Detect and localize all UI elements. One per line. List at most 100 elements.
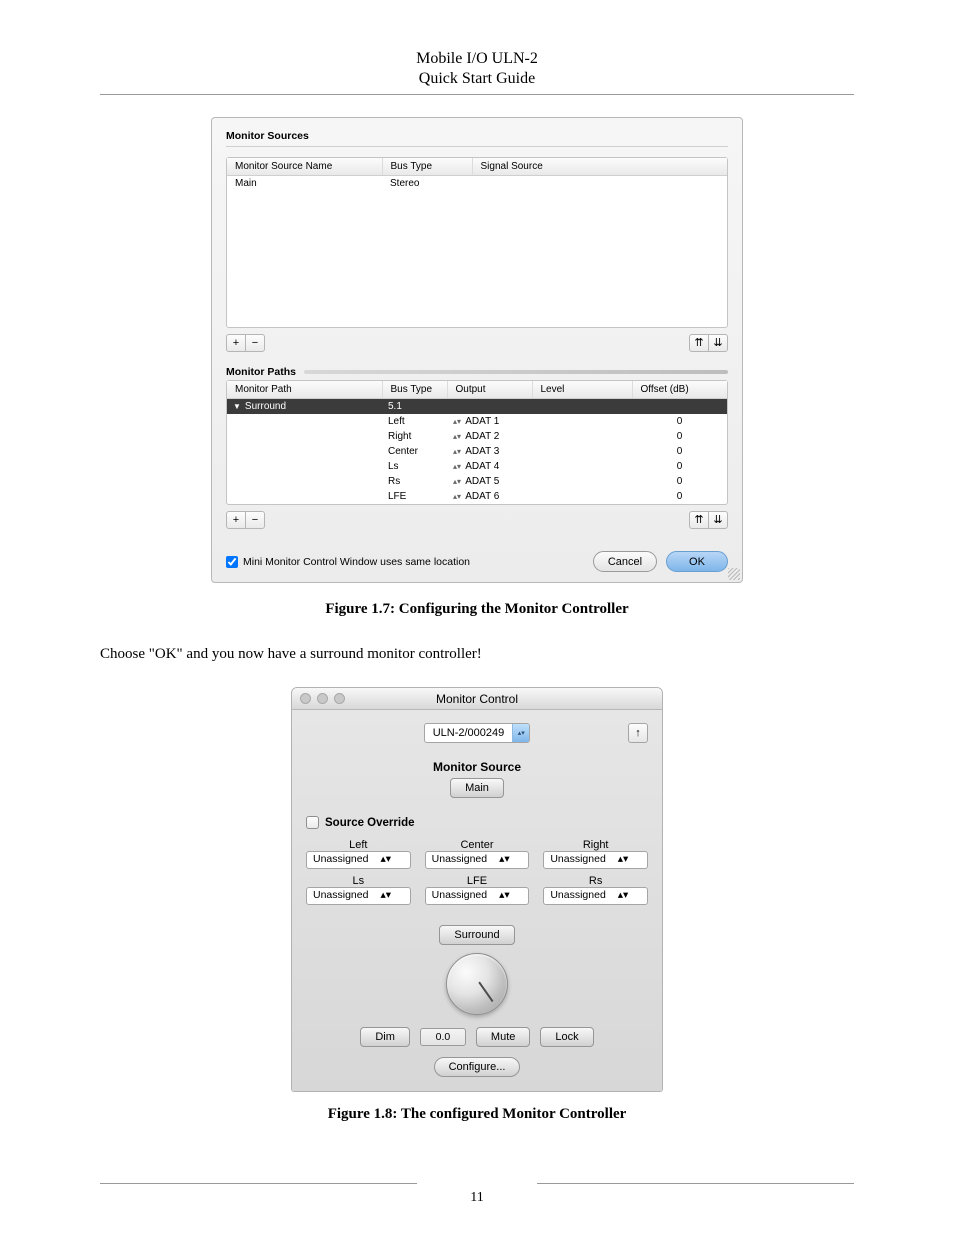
header-rule (100, 94, 854, 95)
cell-output: ▴▾ ADAT 3 (447, 444, 532, 459)
chevron-updown-icon: ▴▾ (512, 724, 529, 742)
resize-grip[interactable] (728, 568, 740, 580)
table-row[interactable]: LFE▴▾ ADAT 60 (227, 489, 727, 504)
cell-level (532, 489, 632, 504)
cell-bus: LFE (382, 489, 447, 504)
device-select[interactable]: ULN-2/000249 ▴▾ (424, 723, 531, 743)
cell-bus: Right (382, 429, 447, 444)
footer-rule (100, 1183, 854, 1184)
channel-select-value: Unassigned (307, 852, 374, 868)
cell-bus: Center (382, 444, 447, 459)
monitor-paths-label: Monitor Paths (226, 366, 296, 378)
path-move-bottom-button[interactable]: ⇊ (708, 511, 728, 529)
cell-level (532, 474, 632, 489)
stepper-icon: ▴▾ (453, 477, 461, 486)
figure-1-8-caption: Figure 1.8: The configured Monitor Contr… (100, 1106, 854, 1123)
source-override-checkbox[interactable] (306, 816, 319, 829)
col-offset[interactable]: Offset (dB) (632, 381, 727, 399)
col-source-name[interactable]: Monitor Source Name (227, 158, 382, 176)
table-row[interactable]: Left▴▾ ADAT 10 (227, 414, 727, 429)
lock-button[interactable]: Lock (540, 1027, 593, 1047)
remove-path-button[interactable]: − (245, 511, 265, 529)
col-level[interactable]: Level (532, 381, 632, 399)
channel-select[interactable]: Unassigned▴▾ (306, 851, 411, 869)
chevron-updown-icon: ▴▾ (374, 852, 409, 868)
source-override-label: Source Override (325, 817, 414, 829)
decorative-bar (304, 370, 728, 374)
table-row[interactable]: Center▴▾ ADAT 3 0 (227, 444, 727, 459)
cell-output: ▴▾ ADAT 2 (447, 429, 532, 444)
volume-knob[interactable] (446, 953, 508, 1015)
stepper-icon: ▴▾ (453, 462, 461, 471)
body-paragraph: Choose "OK" and you now have a surround … (100, 646, 854, 663)
cell-offset: 0 (632, 489, 727, 504)
cell-output: ▴▾ ADAT 5 (447, 474, 532, 489)
minimize-icon[interactable] (317, 693, 328, 704)
table-row[interactable]: Ls▴▾ ADAT 40 (227, 459, 727, 474)
cell-offset: 0 (632, 474, 727, 489)
table-row[interactable]: Rs▴▾ ADAT 50 (227, 474, 727, 489)
channel-select[interactable]: Unassigned▴▾ (425, 887, 530, 905)
cell-offset: 0 (632, 429, 727, 444)
monitor-config-dialog: Monitor Sources Monitor Source Name Bus … (211, 117, 743, 583)
chevron-updown-icon: ▴▾ (612, 888, 647, 904)
cell-offset: 0 (632, 444, 727, 459)
channel-select-value: Unassigned (426, 852, 493, 868)
col-output[interactable]: Output (447, 381, 532, 399)
table-row[interactable]: Main Stereo (227, 176, 727, 192)
channel-label: LFE (425, 875, 530, 887)
path-move-top-button[interactable]: ⇈ (689, 511, 709, 529)
doc-title-1: Mobile I/O ULN-2 (100, 50, 854, 68)
channel-select-value: Unassigned (544, 852, 611, 868)
col-monitor-path[interactable]: Monitor Path (227, 381, 382, 399)
zoom-icon[interactable] (334, 693, 345, 704)
device-select-value: ULN-2/000249 (425, 727, 513, 739)
path-row-selected[interactable]: Surround 5.1 (227, 399, 727, 414)
col-signal-source[interactable]: Signal Source (472, 158, 727, 176)
doc-title-2: Quick Start Guide (100, 70, 854, 88)
close-icon[interactable] (300, 693, 311, 704)
channel-select[interactable]: Unassigned▴▾ (425, 851, 530, 869)
monitor-control-window: Monitor Control ULN-2/000249 ▴▾ ↑ Monito… (291, 687, 663, 1092)
cell-offset: 0 (632, 459, 727, 474)
cell-level (532, 459, 632, 474)
monitor-source-title: Monitor Source (306, 760, 648, 774)
pin-button[interactable]: ↑ (628, 723, 648, 743)
col-bus-type[interactable]: Bus Type (382, 158, 472, 176)
stepper-icon: ▴▾ (453, 432, 461, 441)
window-titlebar[interactable]: Monitor Control (292, 688, 662, 710)
figure-1-7-caption: Figure 1.7: Configuring the Monitor Cont… (100, 601, 854, 618)
configure-button[interactable]: Configure... (434, 1057, 521, 1077)
stepper-icon: ▴▾ (453, 492, 461, 501)
cell-bus: Left (382, 414, 447, 429)
channel-select-value: Unassigned (544, 888, 611, 904)
move-top-button[interactable]: ⇈ (689, 334, 709, 352)
cell-offset: 0 (632, 414, 727, 429)
channel-select[interactable]: Unassigned▴▾ (306, 887, 411, 905)
mini-window-check-input[interactable] (226, 556, 238, 568)
channel-select[interactable]: Unassigned▴▾ (543, 851, 648, 869)
add-source-button[interactable]: + (226, 334, 246, 352)
channel-select[interactable]: Unassigned▴▾ (543, 887, 648, 905)
col-bus-type2[interactable]: Bus Type (382, 381, 447, 399)
add-path-button[interactable]: + (226, 511, 246, 529)
divider (226, 146, 728, 147)
chevron-updown-icon: ▴▾ (493, 888, 528, 904)
page-number: 11 (100, 1190, 854, 1206)
ok-button[interactable]: OK (666, 551, 728, 572)
remove-source-button[interactable]: − (245, 334, 265, 352)
monitor-sources-label: Monitor Sources (226, 130, 728, 142)
mute-button[interactable]: Mute (476, 1027, 530, 1047)
table-row[interactable]: Right▴▾ ADAT 2 0 (227, 429, 727, 444)
move-bottom-button[interactable]: ⇊ (708, 334, 728, 352)
dim-button[interactable]: Dim (360, 1027, 410, 1047)
monitor-path-button[interactable]: Surround (439, 925, 514, 945)
mini-window-checkbox[interactable]: Mini Monitor Control Window uses same lo… (226, 556, 470, 568)
stepper-icon: ▴▾ (453, 417, 461, 426)
chevron-updown-icon: ▴▾ (374, 888, 409, 904)
cancel-button[interactable]: Cancel (593, 551, 657, 572)
cell-level (532, 444, 632, 459)
level-readout[interactable]: 0.0 (420, 1028, 466, 1046)
mini-window-label: Mini Monitor Control Window uses same lo… (243, 556, 470, 568)
monitor-source-button[interactable]: Main (450, 778, 504, 798)
